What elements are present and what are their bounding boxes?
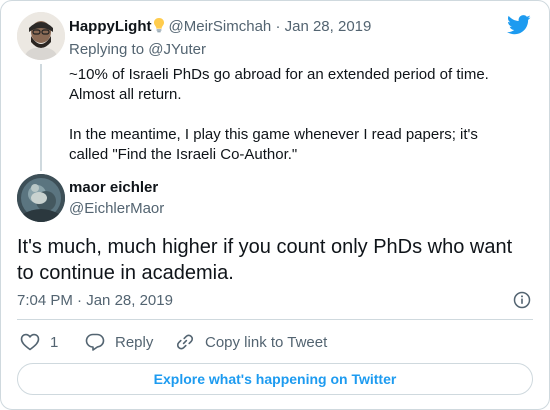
parent-author-avatar[interactable] xyxy=(17,12,65,60)
replying-to: Replying to @JYuter xyxy=(69,41,206,58)
like-count: 1 xyxy=(50,333,59,351)
main-author-avatar[interactable] xyxy=(17,174,65,222)
like-button[interactable]: 1 xyxy=(20,332,58,352)
replying-prefix: Replying to xyxy=(69,41,145,58)
info-icon[interactable] xyxy=(513,291,531,309)
parent-author-handle[interactable]: @MeirSimchah xyxy=(169,18,272,35)
parent-paragraph: ~10% of Israeli PhDs go abroad for an ex… xyxy=(69,66,489,103)
explore-twitter-button[interactable]: Explore what's happening on Twitter xyxy=(17,363,533,395)
parent-author-name[interactable]: HappyLight xyxy=(69,18,152,35)
main-author-name[interactable]: maor eichler xyxy=(69,179,158,196)
parent-tweet-text: ~10% of Israeli PhDs go abroad for an ex… xyxy=(69,65,509,165)
replying-handle[interactable]: @JYuter xyxy=(148,41,206,58)
reply-label: Reply xyxy=(115,333,154,351)
twitter-bird-icon[interactable] xyxy=(507,15,531,35)
tweet-date[interactable]: Jan 28, 2019 xyxy=(86,292,173,309)
heart-icon xyxy=(20,332,40,352)
actions-divider xyxy=(17,319,533,320)
tweet-timestamp[interactable]: 7:04 PM · Jan 28, 2019 xyxy=(17,292,173,309)
meta-separator: · xyxy=(77,292,83,309)
parent-tweet-date[interactable]: Jan 28, 2019 xyxy=(285,18,372,35)
parent-tweet-header: HappyLight @MeirSimchah · Jan 28, 2019 xyxy=(69,17,371,37)
copy-link-button[interactable]: Copy link to Tweet xyxy=(175,332,327,352)
main-tweet-text: It's much, much higher if you count only… xyxy=(17,236,513,284)
lightbulb-icon xyxy=(153,17,165,37)
tweet-time[interactable]: 7:04 PM xyxy=(17,292,73,309)
embedded-tweet-card: HappyLight @MeirSimchah · Jan 28, 2019 Re… xyxy=(0,0,550,410)
thread-connector-line xyxy=(40,64,42,171)
reply-button[interactable]: Reply xyxy=(85,332,153,352)
copy-link-label: Copy link to Tweet xyxy=(205,333,328,351)
reply-bubble-icon xyxy=(85,332,105,352)
link-icon xyxy=(175,332,195,352)
parent-paragraph: In the meantime, I play this game whenev… xyxy=(69,126,478,163)
main-author-handle[interactable]: @EichlerMaor xyxy=(69,200,164,217)
header-separator: · xyxy=(275,18,281,35)
